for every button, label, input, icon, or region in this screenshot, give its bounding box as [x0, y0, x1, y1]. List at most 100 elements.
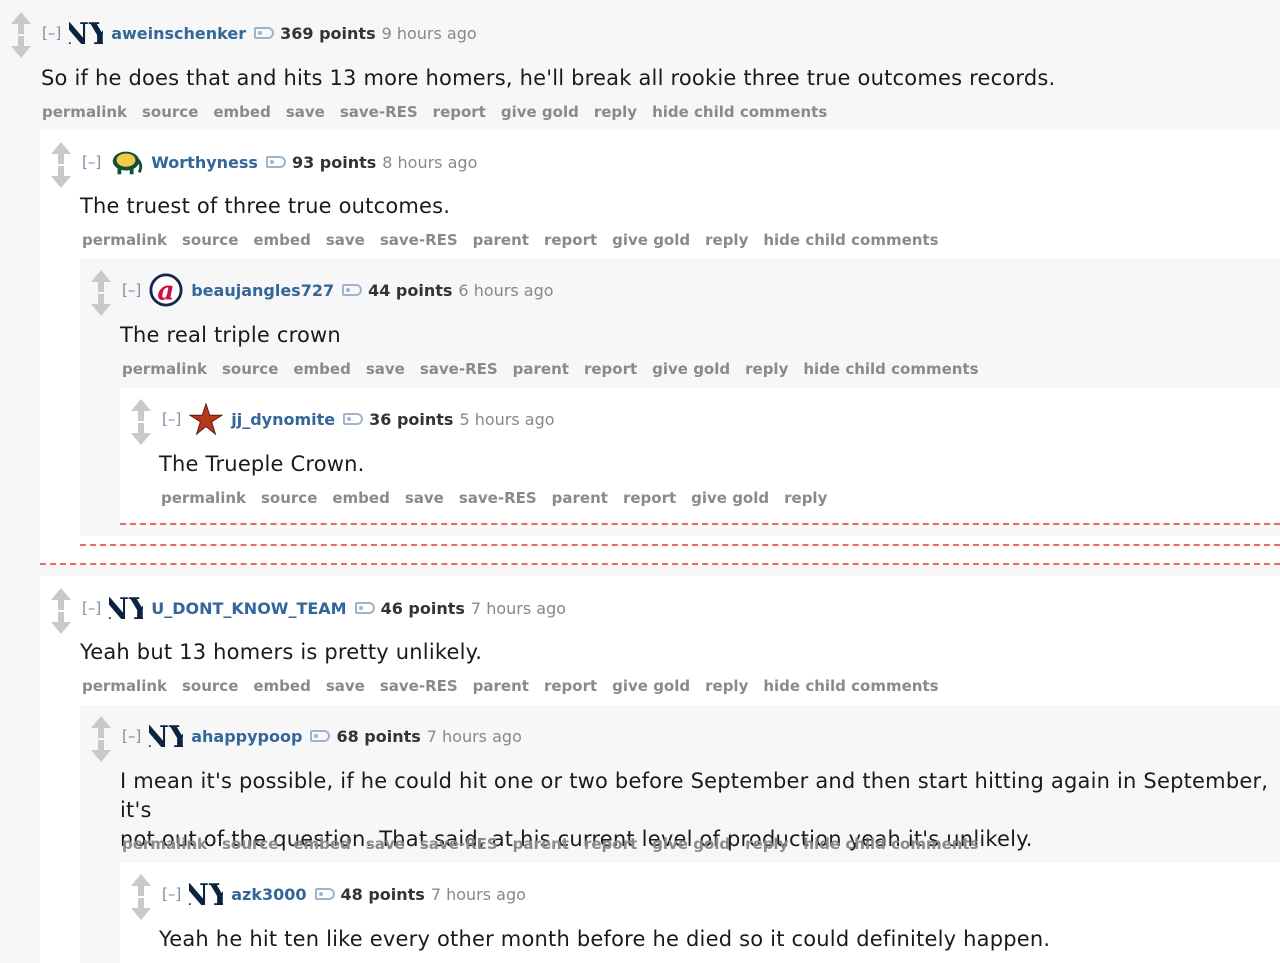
downvote-arrow-icon[interactable] [11, 36, 31, 58]
source-button[interactable]: source [222, 835, 278, 853]
embed-button[interactable]: embed [253, 231, 310, 249]
downvote-arrow-icon[interactable] [131, 898, 151, 920]
hide-child-comments-button[interactable]: hide child comments [763, 677, 938, 695]
comment-buttons: permalink source embed save save-RES par… [161, 489, 827, 507]
upvote-arrow-icon[interactable] [51, 588, 71, 610]
tag-icon[interactable] [265, 156, 286, 168]
give-gold-button[interactable]: give gold [501, 103, 579, 121]
parent-button[interactable]: parent [473, 231, 529, 249]
comment-tagline: [–] NY U_DONT_KNOW_TEAM 46 points 7 hour… [82, 592, 566, 626]
source-button[interactable]: source [222, 360, 278, 378]
report-button[interactable]: report [544, 677, 597, 695]
give-gold-button[interactable]: give gold [691, 489, 769, 507]
hide-child-comments-button[interactable]: hide child comments [803, 835, 978, 853]
tag-icon[interactable] [314, 888, 335, 900]
embed-button[interactable]: embed [293, 835, 350, 853]
permalink-button[interactable]: permalink [161, 489, 246, 507]
embed-button[interactable]: embed [253, 677, 310, 695]
save-res-button[interactable]: save-RES [380, 677, 458, 695]
comment-buttons: permalink source embed save save-RES rep… [42, 103, 827, 121]
vote-arrows [8, 12, 34, 62]
collapse-toggle[interactable]: [–] [122, 727, 141, 745]
author-link[interactable]: U_DONT_KNOW_TEAM [151, 599, 346, 618]
upvote-arrow-icon[interactable] [51, 142, 71, 164]
downvote-arrow-icon[interactable] [91, 740, 111, 762]
permalink-button[interactable]: permalink [122, 835, 207, 853]
author-link[interactable]: Worthyness [151, 153, 258, 172]
source-button[interactable]: source [182, 231, 238, 249]
save-button[interactable]: save [326, 677, 365, 695]
give-gold-button[interactable]: give gold [612, 231, 690, 249]
tag-icon[interactable] [254, 27, 275, 39]
collapse-toggle[interactable]: [–] [42, 24, 61, 42]
report-button[interactable]: report [623, 489, 676, 507]
upvote-arrow-icon[interactable] [91, 270, 111, 292]
author-link[interactable]: azk3000 [231, 885, 306, 904]
downvote-arrow-icon[interactable] [51, 612, 71, 634]
save-button[interactable]: save [326, 231, 365, 249]
report-button[interactable]: report [544, 231, 597, 249]
collapse-toggle[interactable]: [–] [82, 599, 101, 617]
report-button[interactable]: report [584, 360, 637, 378]
hide-child-comments-button[interactable]: hide child comments [803, 360, 978, 378]
author-link[interactable]: ahappypoop [191, 727, 302, 746]
tag-icon[interactable] [354, 602, 375, 614]
tag-icon[interactable] [343, 413, 364, 425]
hide-child-comments-button[interactable]: hide child comments [763, 231, 938, 249]
embed-button[interactable]: embed [213, 103, 270, 121]
source-button[interactable]: source [261, 489, 317, 507]
parent-button[interactable]: parent [552, 489, 608, 507]
tag-icon[interactable] [342, 284, 363, 296]
save-res-button[interactable]: save-RES [380, 231, 458, 249]
collapse-toggle[interactable]: [–] [122, 281, 141, 299]
save-button[interactable]: save [405, 489, 444, 507]
upvote-arrow-icon[interactable] [91, 716, 111, 738]
give-gold-button[interactable]: give gold [652, 835, 730, 853]
tag-icon[interactable] [310, 730, 331, 742]
upvote-arrow-icon[interactable] [11, 12, 31, 34]
save-res-button[interactable]: save-RES [420, 835, 498, 853]
upvote-arrow-icon[interactable] [131, 399, 151, 421]
reply-button[interactable]: reply [705, 677, 748, 695]
save-res-button[interactable]: save-RES [420, 360, 498, 378]
reply-button[interactable]: reply [745, 360, 788, 378]
author-link[interactable]: beaujangles727 [191, 281, 334, 300]
comment-ahappypoop: [–] NY ahappypoop 68 points 7 hours ago … [80, 705, 1280, 963]
downvote-arrow-icon[interactable] [51, 166, 71, 188]
embed-button[interactable]: embed [293, 360, 350, 378]
give-gold-button[interactable]: give gold [612, 677, 690, 695]
parent-button[interactable]: parent [513, 360, 569, 378]
reply-button[interactable]: reply [705, 231, 748, 249]
downvote-arrow-icon[interactable] [91, 294, 111, 316]
save-res-button[interactable]: save-RES [459, 489, 537, 507]
permalink-button[interactable]: permalink [42, 103, 127, 121]
save-button[interactable]: save [366, 360, 405, 378]
hide-child-comments-button[interactable]: hide child comments [652, 103, 827, 121]
author-link[interactable]: aweinschenker [111, 24, 246, 43]
upvote-arrow-icon[interactable] [131, 874, 151, 896]
give-gold-button[interactable]: give gold [652, 360, 730, 378]
source-button[interactable]: source [182, 677, 238, 695]
comment-time: 8 hours ago [382, 152, 478, 172]
parent-button[interactable]: parent [473, 677, 529, 695]
downvote-arrow-icon[interactable] [131, 423, 151, 445]
source-button[interactable]: source [142, 103, 198, 121]
embed-button[interactable]: embed [332, 489, 389, 507]
permalink-button[interactable]: permalink [122, 360, 207, 378]
author-link[interactable]: jj_dynomite [231, 410, 335, 429]
collapse-toggle[interactable]: [–] [162, 885, 181, 903]
save-res-button[interactable]: save-RES [340, 103, 418, 121]
reply-button[interactable]: reply [594, 103, 637, 121]
reply-button[interactable]: reply [784, 489, 827, 507]
reply-button[interactable]: reply [745, 835, 788, 853]
yankees-logo-icon: NY [189, 877, 223, 912]
report-button[interactable]: report [433, 103, 486, 121]
save-button[interactable]: save [286, 103, 325, 121]
permalink-button[interactable]: permalink [82, 231, 167, 249]
permalink-button[interactable]: permalink [82, 677, 167, 695]
parent-button[interactable]: parent [513, 835, 569, 853]
save-button[interactable]: save [366, 835, 405, 853]
report-button[interactable]: report [584, 835, 637, 853]
collapse-toggle[interactable]: [–] [162, 410, 181, 428]
collapse-toggle[interactable]: [–] [82, 153, 101, 171]
